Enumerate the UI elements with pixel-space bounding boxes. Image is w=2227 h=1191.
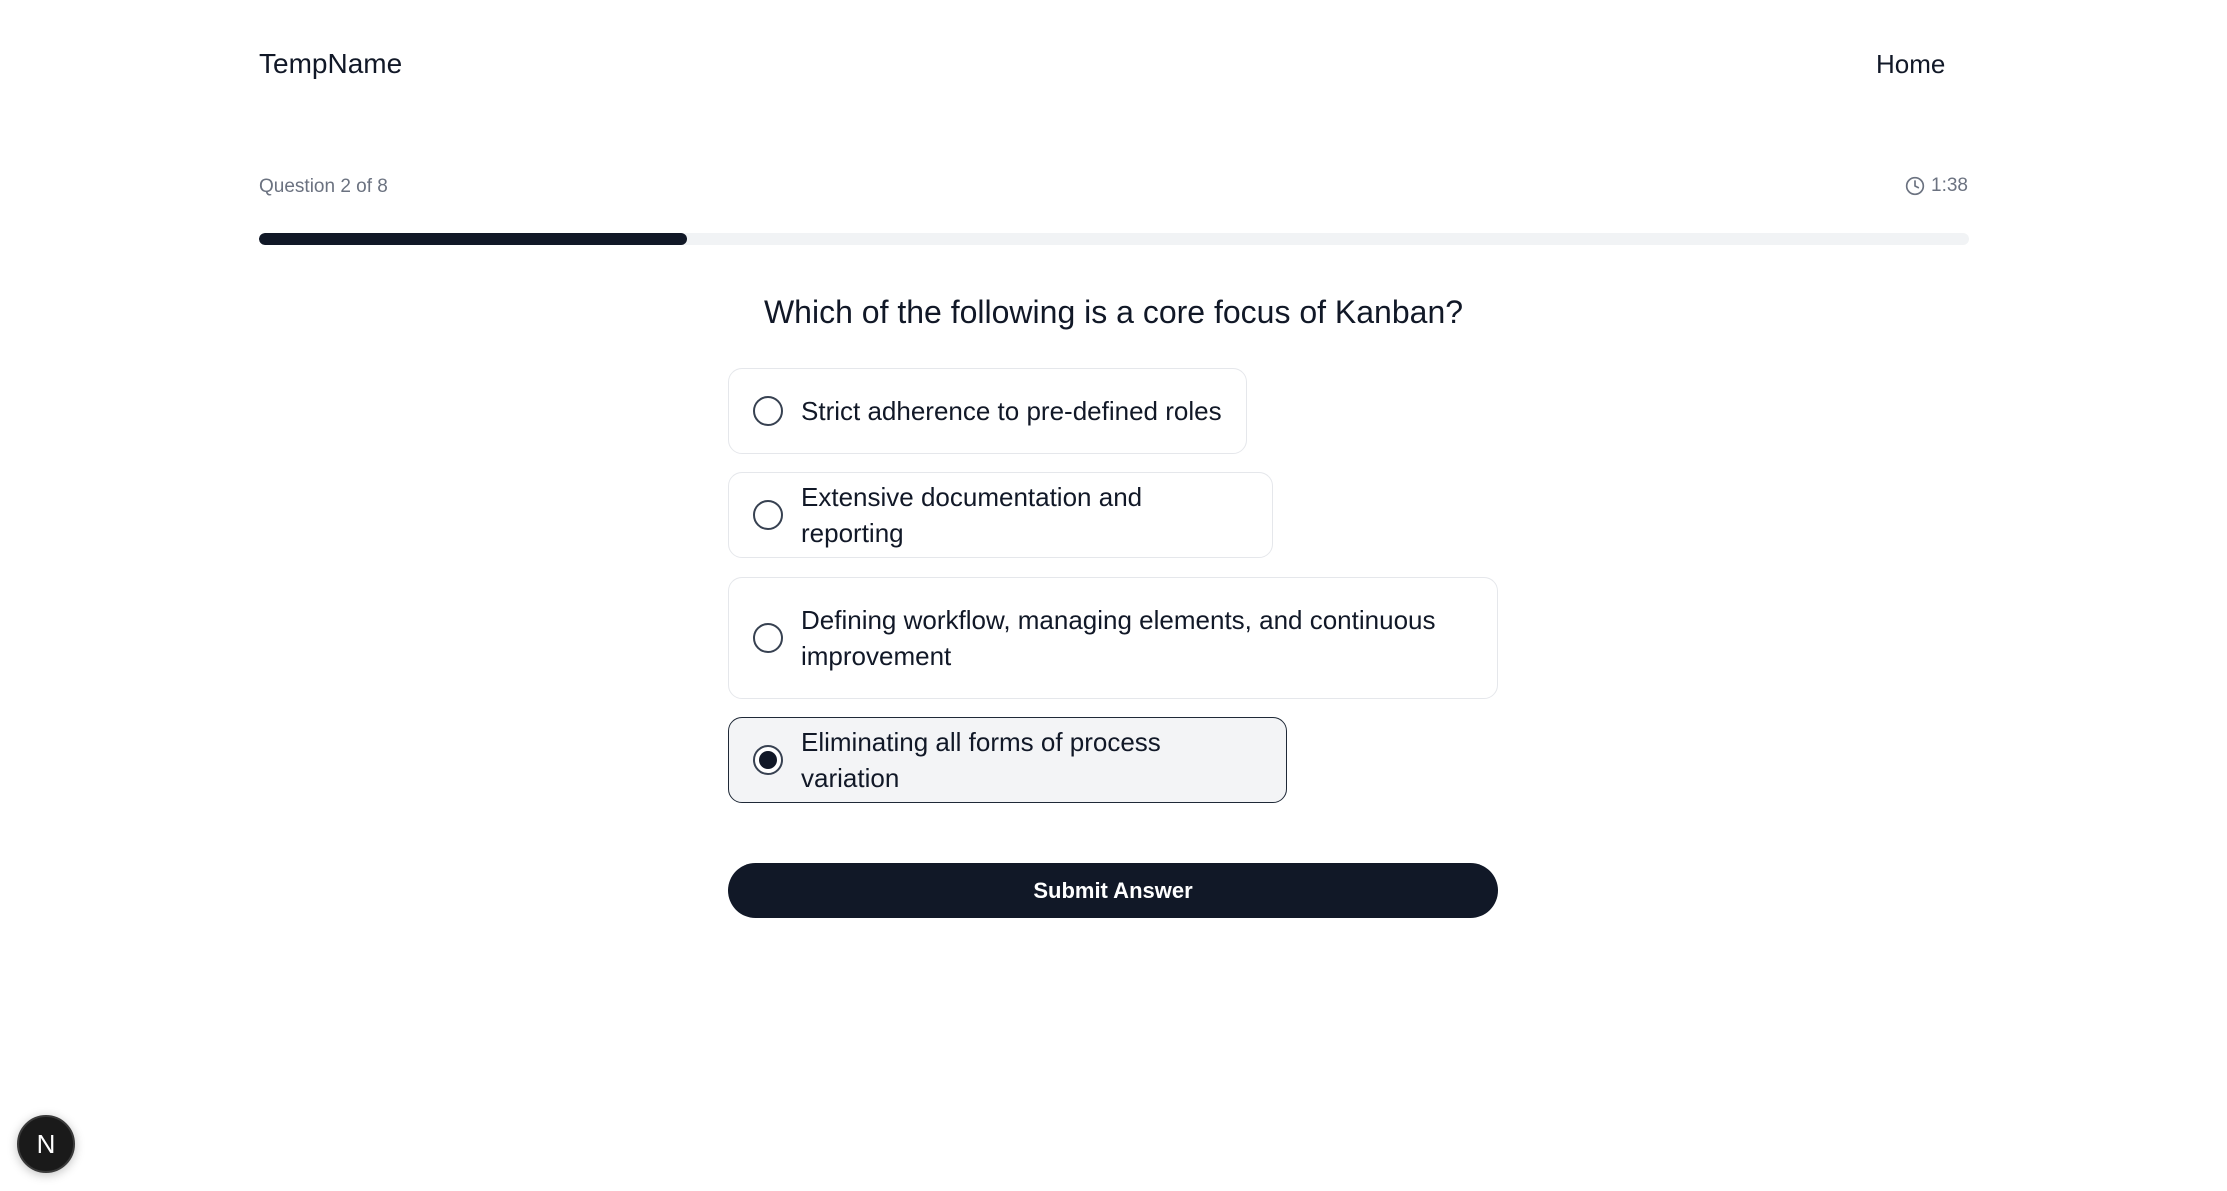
nextjs-logo-icon: N [36, 1128, 56, 1159]
brand-logo[interactable]: TempName [259, 44, 402, 84]
answer-option-label: Strict adherence to pre-defined roles [801, 396, 1222, 426]
radio-button[interactable] [753, 396, 783, 426]
radio-selected-dot [759, 751, 777, 769]
radio-button[interactable] [753, 500, 783, 530]
answer-option[interactable]: Eliminating all forms of process variati… [728, 717, 1287, 803]
clock-icon [1905, 176, 1925, 196]
question-counter: Question 2 of 8 [259, 176, 388, 197]
answer-option[interactable]: Defining workflow, managing elements, an… [728, 577, 1498, 699]
nav-home-link[interactable]: Home [1876, 44, 1945, 84]
submit-answer-button[interactable]: Submit Answer [728, 863, 1498, 918]
answer-option-label: Eliminating all forms of process variati… [801, 727, 1161, 793]
radio-button[interactable] [753, 623, 783, 653]
answer-option-label: Defining workflow, managing elements, an… [801, 605, 1436, 671]
radio-button[interactable] [753, 745, 783, 775]
answer-option[interactable]: Extensive documentation and reporting [728, 472, 1273, 558]
question-text: Which of the following is a core focus o… [763, 294, 1464, 330]
answer-option[interactable]: Strict adherence to pre-defined roles [728, 368, 1247, 454]
progress-bar-fill [259, 233, 687, 245]
nextjs-dev-indicator[interactable]: N [17, 1115, 75, 1173]
timer: 1:38 [1905, 172, 1968, 200]
answer-option-label: Extensive documentation and reporting [801, 482, 1143, 548]
progress-bar [259, 233, 1969, 245]
timer-value: 1:38 [1931, 175, 1968, 196]
